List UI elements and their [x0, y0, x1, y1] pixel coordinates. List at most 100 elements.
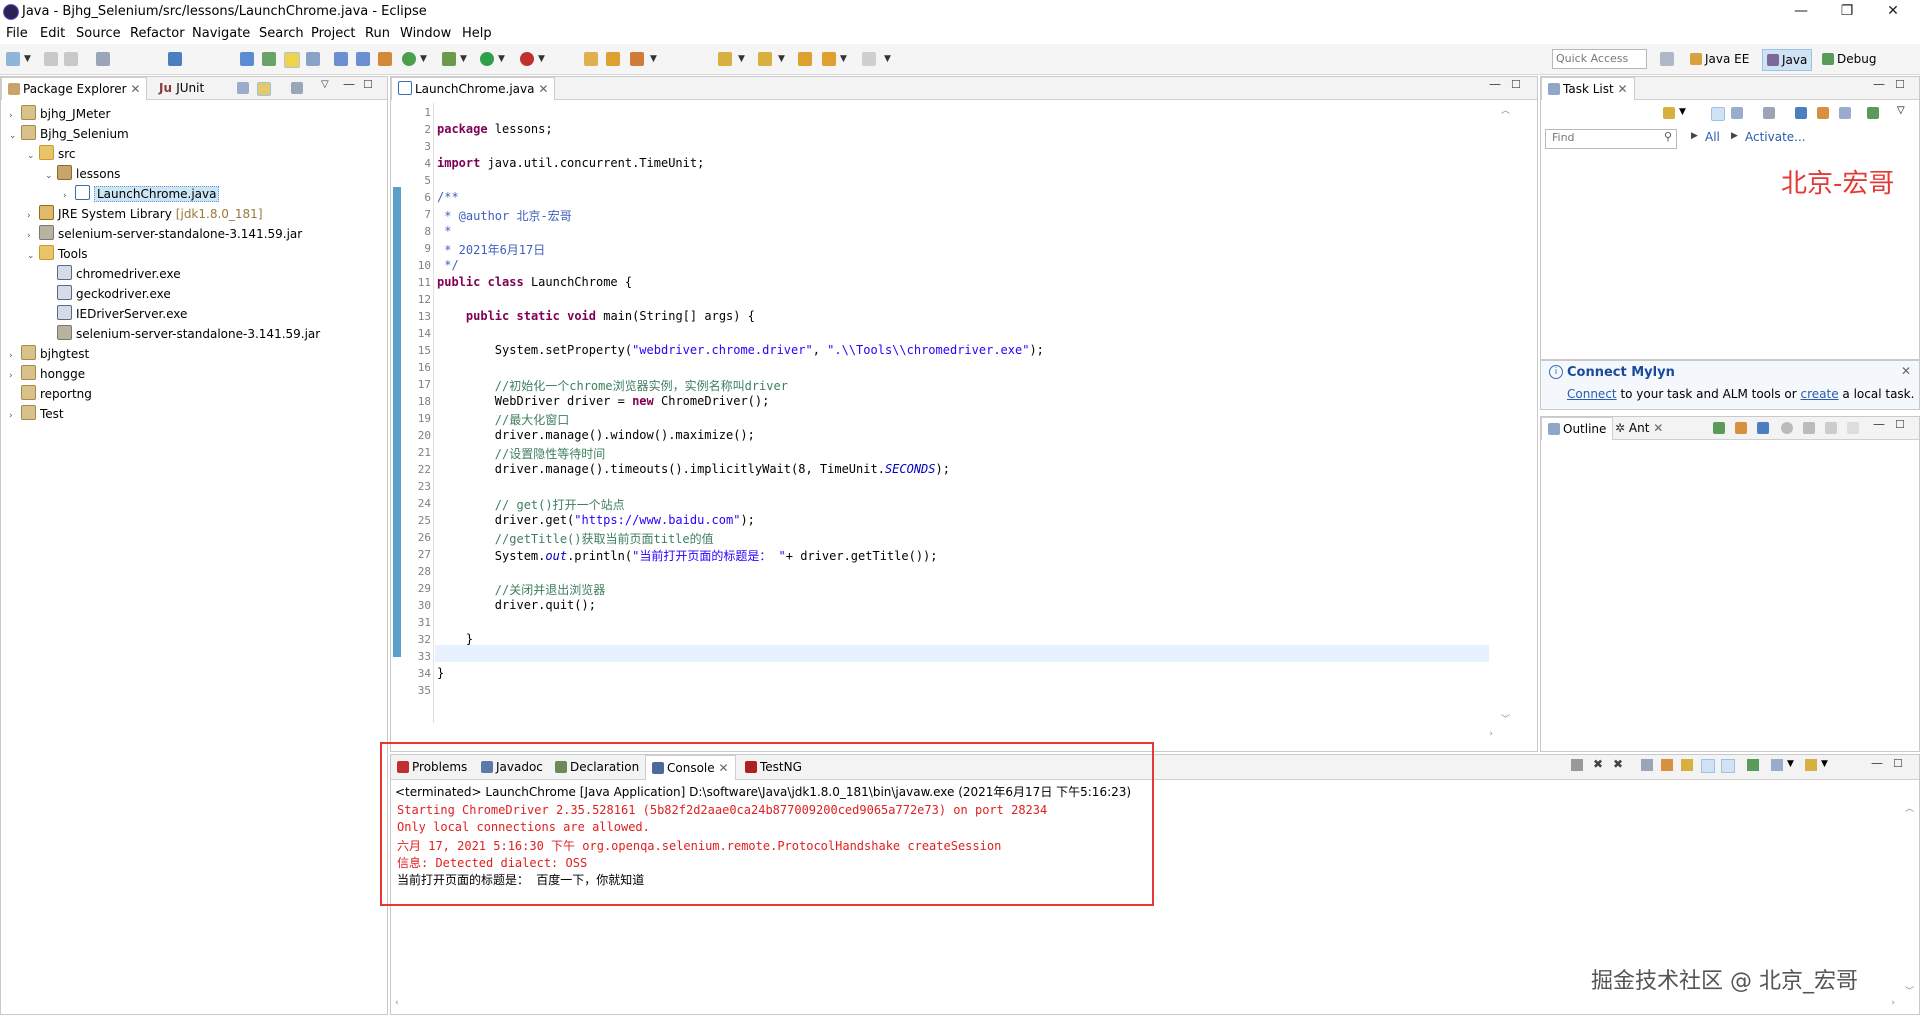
minimize-view-icon[interactable]: — — [1871, 756, 1883, 770]
tab-ant[interactable]: ✲ Ant ✕ — [1609, 417, 1669, 439]
tree-item[interactable]: selenium-server-standalone-3.141.59.jar — [45, 324, 320, 344]
maximize-view-icon[interactable]: ☐ — [1895, 78, 1905, 91]
filter-icon[interactable] — [1757, 422, 1769, 434]
collapse-all-icon[interactable] — [1839, 107, 1851, 119]
maximize-icon[interactable]: ❐ — [1824, 0, 1870, 24]
search-buildfile-icon[interactable] — [1735, 422, 1747, 434]
tree-item[interactable]: › hongge — [9, 364, 85, 384]
menu-run[interactable]: Run — [365, 26, 390, 41]
word-wrap-icon[interactable] — [1681, 759, 1693, 771]
categorize-icon[interactable] — [1711, 107, 1725, 121]
tab-task-list[interactable]: Task List ✕ — [1541, 77, 1635, 100]
perspective-java-ee[interactable]: Java EE — [1686, 49, 1753, 69]
tree-item[interactable]: › Test — [9, 404, 64, 424]
close-icon[interactable]: ✕ — [1901, 364, 1911, 378]
link-editor-icon[interactable] — [257, 82, 271, 96]
tree-item[interactable]: reportng — [9, 384, 92, 404]
terminate-icon[interactable] — [1571, 759, 1583, 771]
close-icon[interactable]: ✕ — [130, 82, 140, 96]
tree-item[interactable]: IEDriverServer.exe — [45, 304, 187, 324]
expand-toggle-icon[interactable]: ⌄ — [27, 246, 39, 266]
open-perspective-icon[interactable] — [1660, 52, 1674, 66]
menu-search[interactable]: Search — [259, 26, 304, 41]
tab-launchchrome-java[interactable]: LaunchChrome.java ✕ — [391, 77, 556, 100]
tree-item[interactable]: › JRE System Library [jdk1.8.0_181] — [27, 204, 263, 224]
expand-toggle-icon[interactable]: ⌄ — [9, 126, 21, 146]
minimize-view-icon[interactable]: — — [1873, 417, 1885, 431]
perspective-java[interactable]: Java — [1762, 49, 1813, 71]
new-icon[interactable] — [6, 52, 20, 66]
expand-toggle-icon[interactable]: › — [27, 206, 39, 226]
collapse-icon[interactable] — [1847, 422, 1859, 434]
tree-item[interactable]: › bjhg_JMeter — [9, 104, 110, 124]
menu-help[interactable]: Help — [462, 26, 492, 41]
search-icon[interactable] — [262, 52, 276, 66]
remove-all-launches-icon[interactable]: ✖ — [1613, 757, 1623, 771]
activate-link[interactable]: Activate... — [1745, 130, 1806, 144]
back-icon[interactable] — [822, 52, 836, 66]
run-target-icon[interactable] — [1781, 422, 1793, 434]
show-on-output-icon[interactable] — [1701, 759, 1715, 773]
collapse-all-icon[interactable] — [237, 82, 249, 94]
hide-completed-icon[interactable] — [1795, 107, 1807, 119]
save-icon[interactable] — [44, 52, 58, 66]
skip-breakpoints-icon[interactable] — [240, 52, 254, 66]
connect-link[interactable]: Connect — [1567, 387, 1617, 401]
maximize-view-icon[interactable]: ☐ — [1893, 757, 1903, 770]
remove-icon[interactable] — [1803, 422, 1815, 434]
menu-file[interactable]: File — [6, 26, 28, 41]
menu-refactor[interactable]: Refactor — [130, 26, 185, 41]
minimize-view-icon[interactable]: — — [1489, 77, 1501, 91]
expand-toggle-icon[interactable]: ⌄ — [45, 166, 57, 186]
code-area[interactable]: package lessons; import java.util.concurr… — [433, 103, 1493, 723]
tree-item[interactable]: › selenium-server-standalone-3.141.59.jar — [27, 224, 302, 244]
close-icon[interactable]: ✕ — [1618, 82, 1628, 96]
expand-toggle-icon[interactable]: › — [9, 346, 21, 366]
maximize-view-icon[interactable]: ☐ — [1511, 78, 1521, 91]
maximize-view-icon[interactable]: ☐ — [1895, 418, 1905, 431]
prev-annotation-icon[interactable] — [758, 52, 772, 66]
run-icon[interactable] — [480, 52, 494, 66]
view-menu-icon[interactable]: ▽ — [1897, 105, 1905, 116]
filter-icon[interactable] — [291, 82, 303, 94]
new-task-icon[interactable] — [1663, 107, 1675, 119]
next-annotation-icon[interactable] — [718, 52, 732, 66]
menu-window[interactable]: Window — [400, 26, 451, 41]
horizontal-scrollbar[interactable]: › — [435, 729, 1493, 743]
maximize-view-icon[interactable]: ☐ — [363, 78, 373, 91]
console-horizontal-scrollbar[interactable]: ‹ › — [395, 998, 1895, 1012]
forward-icon[interactable] — [862, 52, 876, 66]
close-icon[interactable]: ✕ — [538, 82, 548, 96]
open-task-icon[interactable] — [630, 52, 644, 66]
tree-item[interactable]: ⌄ src — [27, 144, 76, 164]
all-link[interactable]: All — [1705, 130, 1720, 144]
refresh-icon[interactable] — [402, 52, 416, 66]
minimize-view-icon[interactable]: — — [343, 77, 355, 91]
save-all-icon[interactable] — [64, 52, 78, 66]
open-type-icon[interactable] — [584, 52, 598, 66]
minimize-view-icon[interactable]: — — [1873, 77, 1885, 91]
create-link[interactable]: create — [1801, 387, 1839, 401]
debug-icon[interactable] — [442, 52, 456, 66]
close-icon[interactable]: ✕ — [1870, 0, 1916, 24]
sync-icon[interactable] — [1817, 107, 1829, 119]
tree-item[interactable]: ⌄ Tools — [27, 244, 88, 264]
expand-toggle-icon[interactable]: › — [9, 366, 21, 386]
menu-edit[interactable]: Edit — [40, 26, 65, 41]
show-on-error-icon[interactable] — [1721, 759, 1735, 773]
tree-item[interactable]: chromedriver.exe — [45, 264, 181, 284]
vertical-scrollbar[interactable]: ︿ ﹀ — [1499, 103, 1513, 725]
remove-launch-icon[interactable]: ✖ — [1593, 757, 1603, 771]
focus-icon[interactable] — [1763, 107, 1775, 119]
tree-item[interactable]: › LaunchChrome.java — [63, 184, 220, 204]
tree-item[interactable]: ⌄ Bjhg_Selenium — [9, 124, 129, 144]
add-buildfile-icon[interactable] — [1713, 422, 1725, 434]
view-menu-icon[interactable]: ▽ — [321, 79, 329, 90]
remove-all-icon[interactable] — [1825, 422, 1837, 434]
terminal-icon[interactable] — [168, 52, 182, 66]
find-input[interactable]: Find ⚲ — [1545, 129, 1677, 149]
coverage-icon[interactable] — [520, 52, 534, 66]
perspective-debug[interactable]: Debug — [1818, 49, 1880, 69]
display-console-icon[interactable] — [1771, 759, 1783, 771]
menu-source[interactable]: Source — [76, 26, 121, 41]
